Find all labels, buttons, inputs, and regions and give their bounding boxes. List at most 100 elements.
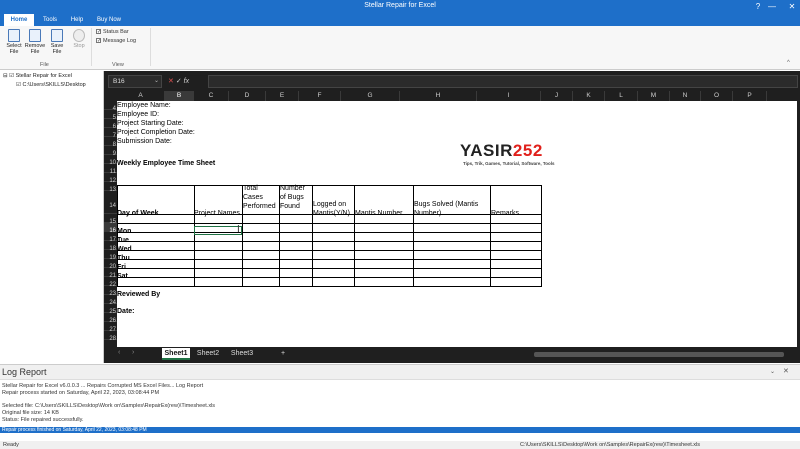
tree-root[interactable]: ⊟ ☑ Stellar Repair for Excel <box>3 73 72 79</box>
column-header[interactable]: B <box>165 91 194 101</box>
column-header[interactable]: L <box>605 91 638 101</box>
row-header[interactable]: 16 <box>104 223 117 234</box>
row-header[interactable]: 17 <box>104 232 117 243</box>
column-header[interactable]: P <box>733 91 767 101</box>
log-line: Selected file: C:\Users\SKILLS\Desktop\W… <box>2 403 216 409</box>
sheet-tab-1[interactable]: Sheet1 <box>162 348 190 360</box>
project-start-cell[interactable]: Project Starting Date: <box>117 119 184 128</box>
row-header[interactable]: 4 <box>104 101 117 112</box>
column-header[interactable]: N <box>670 91 701 101</box>
row-header[interactable]: 15 <box>104 214 117 225</box>
row-header[interactable]: 18 <box>104 241 117 252</box>
column-header[interactable]: J <box>541 91 573 101</box>
help-icon[interactable]: ? <box>752 1 764 13</box>
row-header[interactable]: 24 <box>104 295 117 306</box>
row-header[interactable]: 11 <box>104 164 117 175</box>
table-border <box>117 232 542 233</box>
row-header[interactable]: 7 <box>104 128 117 139</box>
next-sheet-icon[interactable]: › <box>132 349 134 356</box>
column-header[interactable]: A <box>117 91 165 101</box>
sheet-tab-2[interactable]: Sheet2 <box>194 348 222 360</box>
column-header[interactable]: F <box>299 91 341 101</box>
submission-date-cell[interactable]: Submission Date: <box>117 137 172 146</box>
cancel-icon[interactable]: ✕ <box>168 78 174 85</box>
day-cell[interactable]: Tue <box>117 236 129 245</box>
day-cell[interactable]: Fri <box>117 263 126 272</box>
close-icon[interactable]: ✕ <box>786 1 798 13</box>
tree-child[interactable]: ☑ C:\Users\SKILLS\Desktop <box>16 82 86 88</box>
row-header[interactable]: 5 <box>104 110 117 121</box>
minimize-icon[interactable]: — <box>766 1 778 13</box>
row-header[interactable]: 27 <box>104 322 117 333</box>
employee-name-cell[interactable]: Employee Name: <box>117 101 171 110</box>
status-bar: Ready C:\Users\SKILLS\Desktop\Work on\Sa… <box>0 441 800 449</box>
row-header[interactable]: 6 <box>104 119 117 130</box>
add-sheet-button[interactable]: + <box>276 348 290 360</box>
message-log-checkbox[interactable]: ✓ Message Log <box>96 38 136 44</box>
column-header[interactable]: K <box>573 91 605 101</box>
file-tree: ⊟ ☑ Stellar Repair for Excel ☑ C:\Users\… <box>0 71 104 363</box>
column-header[interactable]: E <box>266 91 299 101</box>
tab-help[interactable]: Help <box>64 14 90 26</box>
fx-icon[interactable]: fx <box>184 78 189 85</box>
project-completion-cell[interactable]: Project Completion Date: <box>117 128 195 137</box>
horizontal-scrollbar[interactable] <box>534 352 784 357</box>
remarks-header[interactable]: Remarks <box>491 209 519 218</box>
name-box-dropdown-icon[interactable]: ⌄ <box>154 77 159 84</box>
row-header[interactable]: 22 <box>104 277 117 288</box>
column-header[interactable]: O <box>701 91 733 101</box>
sheet-tab-3[interactable]: Sheet3 <box>228 348 256 360</box>
column-header[interactable]: I <box>477 91 541 101</box>
row-header[interactable]: 23 <box>104 286 117 297</box>
date-cell[interactable]: Date: <box>117 307 135 316</box>
ribbon-collapse-icon[interactable]: ^ <box>787 60 790 66</box>
select-all-corner[interactable] <box>104 91 117 101</box>
row-header[interactable]: 12 <box>104 173 117 184</box>
tab-buy-now[interactable]: Buy Now <box>92 14 126 26</box>
sheet-title-cell[interactable]: Weekly Employee Time Sheet <box>117 159 215 168</box>
project-names-header[interactable]: Project Names <box>194 209 240 218</box>
number-of-bugs-header[interactable]: Number of Bugs Found <box>280 184 312 211</box>
reviewed-by-cell[interactable]: Reviewed By <box>117 290 160 299</box>
column-header[interactable]: C <box>194 91 229 101</box>
row-header[interactable]: 14 <box>104 191 117 214</box>
tab-home[interactable]: Home <box>4 14 34 26</box>
status-bar-checkbox[interactable]: ✓ Status Bar <box>96 29 129 35</box>
prev-sheet-icon[interactable]: ‹ <box>118 349 120 356</box>
log-pin-icon[interactable]: ⌄ <box>770 368 775 375</box>
day-cell[interactable]: Sat <box>117 272 128 281</box>
day-cell[interactable]: Thu <box>117 254 130 263</box>
row-header[interactable]: 13 <box>104 182 117 193</box>
day-of-week-header[interactable]: Day of Week <box>117 209 159 218</box>
sheet-area[interactable]: Employee Name: Employee ID: Project Star… <box>117 101 797 347</box>
bugs-solved-header[interactable]: Bugs Solved (Mantis Number) <box>414 200 489 218</box>
column-header[interactable]: M <box>638 91 670 101</box>
row-header[interactable]: 20 <box>104 259 117 270</box>
row-header[interactable]: 10 <box>104 155 117 166</box>
column-header[interactable]: G <box>341 91 400 101</box>
stop-button[interactable]: Stop <box>68 29 90 49</box>
day-cell[interactable]: Mon <box>117 227 131 236</box>
tab-tools[interactable]: Tools <box>36 14 64 26</box>
total-cases-header[interactable]: Total Cases Performed <box>243 184 279 211</box>
row-header[interactable]: 8 <box>104 137 117 148</box>
column-header[interactable]: H <box>400 91 477 101</box>
select-file-button[interactable]: Select File <box>3 29 25 55</box>
logged-on-mantis-header[interactable]: Logged on Mantis(Y/N) <box>313 200 357 218</box>
mantis-number-header[interactable]: Mantis Number <box>355 209 402 218</box>
column-header[interactable]: D <box>229 91 266 101</box>
log-close-icon[interactable]: ✕ <box>783 367 789 375</box>
remove-file-button[interactable]: Remove File <box>24 29 46 55</box>
row-header[interactable]: 19 <box>104 250 117 261</box>
row-header[interactable]: 9 <box>104 146 117 157</box>
row-header[interactable]: 21 <box>104 268 117 279</box>
day-cell[interactable]: Wed <box>117 245 132 254</box>
formula-input[interactable] <box>208 75 798 88</box>
row-header[interactable]: 25 <box>104 304 117 315</box>
enter-icon[interactable]: ✓ <box>176 78 182 85</box>
employee-id-cell[interactable]: Employee ID: <box>117 110 159 119</box>
save-file-button[interactable]: Save File <box>46 29 68 55</box>
row-header[interactable]: 26 <box>104 313 117 324</box>
row-header[interactable]: 28 <box>104 331 117 342</box>
selected-cell-b16[interactable] <box>194 226 242 235</box>
